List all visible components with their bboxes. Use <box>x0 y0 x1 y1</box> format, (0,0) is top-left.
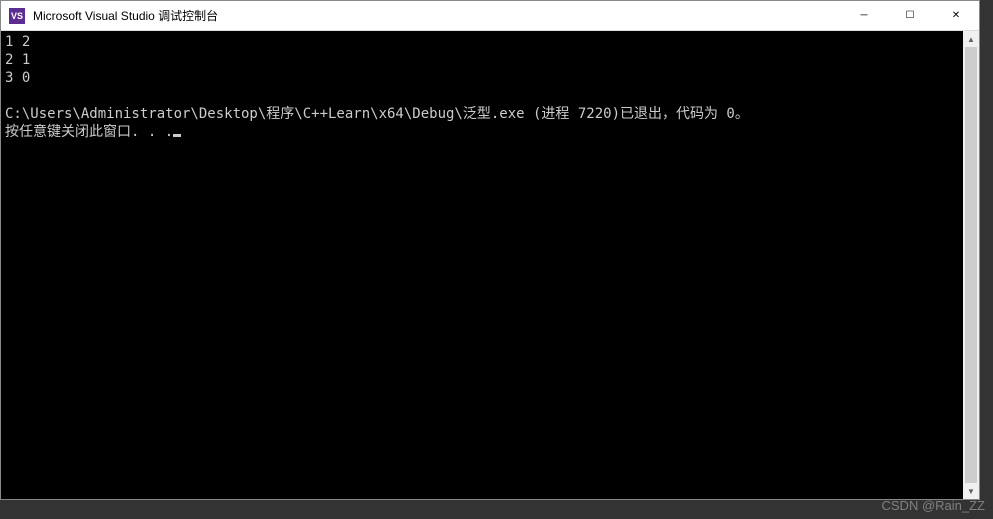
watermark: CSDN @Rain_ZZ <box>882 498 986 513</box>
output-line: 1 2 <box>5 34 30 50</box>
app-icon: VS <box>9 8 25 24</box>
maximize-icon: ☐ <box>906 10 915 21</box>
scroll-thumb[interactable] <box>965 47 977 483</box>
window-controls: ─ ☐ ✕ <box>841 1 979 30</box>
window-title: Microsoft Visual Studio 调试控制台 <box>33 7 841 24</box>
scroll-down-button[interactable]: ▼ <box>963 483 979 499</box>
close-icon: ✕ <box>952 10 960 21</box>
console-output[interactable]: 1 2 2 1 3 0 C:\Users\Administrator\Deskt… <box>1 31 963 499</box>
console-body: 1 2 2 1 3 0 C:\Users\Administrator\Deskt… <box>1 31 979 499</box>
output-line: 2 1 <box>5 52 30 68</box>
app-icon-label: VS <box>11 11 23 21</box>
close-button[interactable]: ✕ <box>933 1 979 30</box>
output-line: C:\Users\Administrator\Desktop\程序\C++Lea… <box>5 106 749 122</box>
chevron-down-icon: ▼ <box>967 487 975 496</box>
cursor <box>173 134 181 137</box>
minimize-button[interactable]: ─ <box>841 1 887 30</box>
maximize-button[interactable]: ☐ <box>887 1 933 30</box>
titlebar[interactable]: VS Microsoft Visual Studio 调试控制台 ─ ☐ ✕ <box>1 1 979 31</box>
chevron-up-icon: ▲ <box>967 35 975 44</box>
scrollbar[interactable]: ▲ ▼ <box>963 31 979 499</box>
console-window: VS Microsoft Visual Studio 调试控制台 ─ ☐ ✕ 1… <box>0 0 980 500</box>
scroll-up-button[interactable]: ▲ <box>963 31 979 47</box>
minimize-icon: ─ <box>860 10 867 21</box>
output-line: 3 0 <box>5 70 30 86</box>
scroll-track[interactable] <box>963 47 979 483</box>
output-line: 按任意键关闭此窗口. . . <box>5 124 173 140</box>
